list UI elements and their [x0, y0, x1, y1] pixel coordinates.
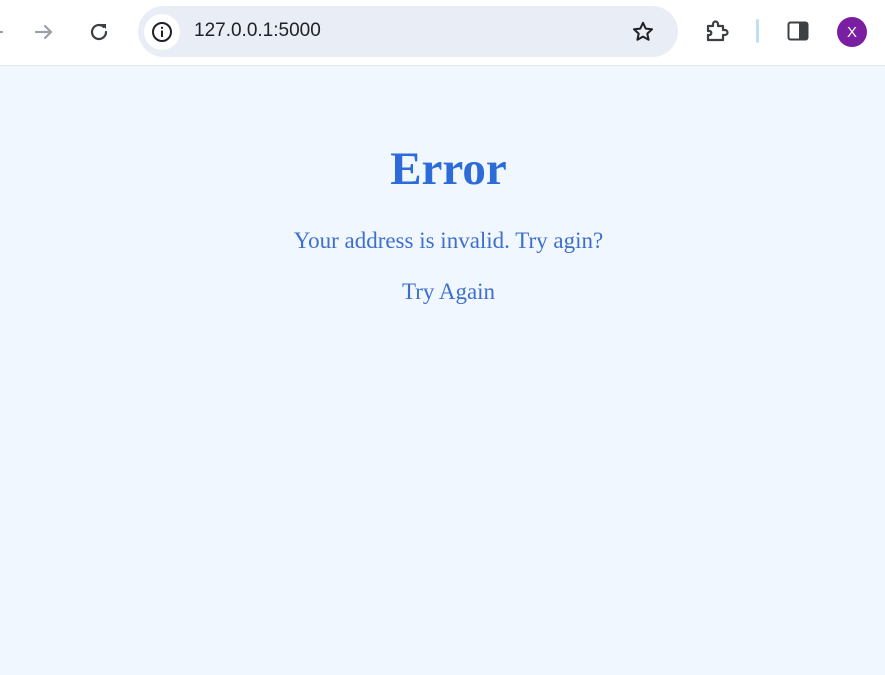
bookmark-star-icon[interactable] [630, 19, 656, 45]
toolbar-divider [756, 19, 759, 43]
browser-toolbar: 127.0.0.1:5000 X [0, 0, 885, 66]
site-info-icon[interactable] [144, 14, 180, 50]
url-text[interactable]: 127.0.0.1:5000 [194, 20, 321, 42]
error-heading: Error [390, 143, 507, 195]
profile-avatar[interactable]: X [837, 17, 867, 47]
side-panel-icon[interactable] [784, 17, 812, 45]
reload-icon[interactable] [85, 18, 113, 46]
try-again-link[interactable]: Try Again [0, 278, 885, 306]
error-message: Your address is invalid. Try agin? [293, 228, 604, 253]
extensions-puzzle-icon[interactable] [702, 16, 732, 46]
page-content: Error Your address is invalid. Try agin?… [0, 67, 885, 675]
back-arrow-icon[interactable] [0, 20, 6, 44]
address-bar[interactable]: 127.0.0.1:5000 [138, 6, 678, 57]
forward-arrow-icon[interactable] [30, 18, 58, 46]
